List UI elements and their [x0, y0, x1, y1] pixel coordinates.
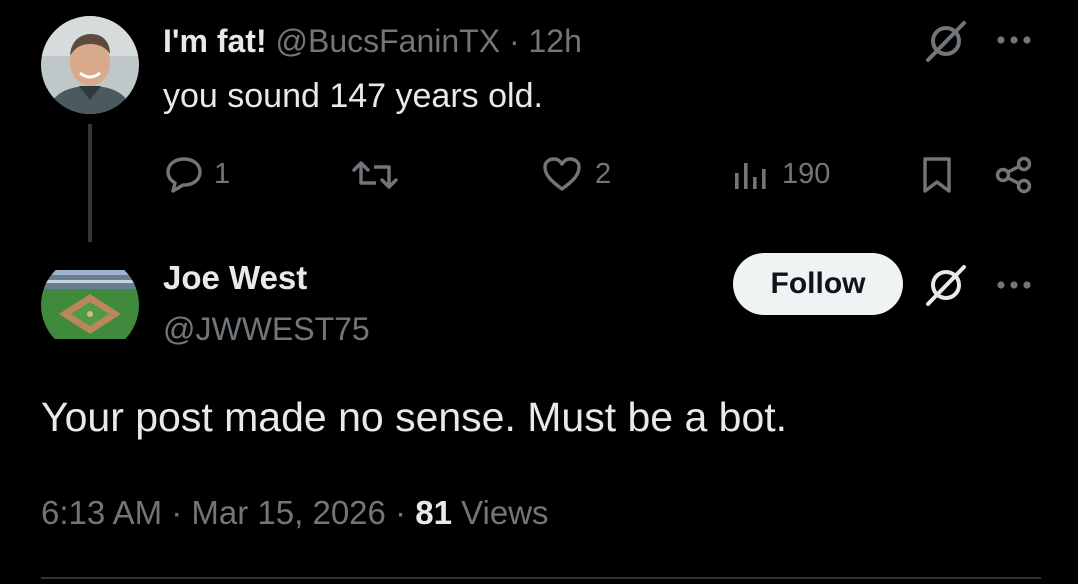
- like-action[interactable]: 2: [541, 155, 611, 193]
- post-date[interactable]: Mar 15, 2026: [191, 494, 385, 531]
- reply-text: you sound 147 years old.: [163, 77, 543, 115]
- post-meta: 6:13 AM · Mar 15, 2026 · 81 Views: [41, 493, 549, 533]
- more-options-icon[interactable]: [995, 34, 1033, 46]
- main-handle[interactable]: @JWWEST75: [163, 310, 370, 348]
- like-count: 2: [595, 157, 612, 190]
- main-post-text: Your post made no sense. Must be a bot.: [41, 394, 788, 440]
- reply-time[interactable]: 12h: [529, 23, 582, 59]
- heart-icon: [541, 155, 583, 193]
- person-avatar-icon: [41, 16, 139, 114]
- reply-header: I'm fat! @BucsFaninTX · 12h: [163, 22, 582, 60]
- post-views-label: Views: [461, 494, 549, 531]
- main-display-name[interactable]: Joe West: [163, 259, 307, 297]
- retweet-icon: [352, 157, 398, 193]
- retweet-action[interactable]: [352, 157, 398, 193]
- more-options-icon[interactable]: [995, 279, 1033, 291]
- views-action[interactable]: 190: [732, 155, 830, 193]
- reply-action[interactable]: 1: [164, 155, 230, 193]
- main-avatar[interactable]: [41, 256, 139, 354]
- reply-handle[interactable]: @BucsFaninTX: [276, 23, 501, 59]
- thread-line: [88, 124, 92, 242]
- comment-icon: [164, 155, 204, 193]
- analytics-icon: [732, 155, 770, 193]
- post-time[interactable]: 6:13 AM: [41, 494, 162, 531]
- views-count: 190: [782, 157, 831, 190]
- baseball-stadium-icon: [41, 256, 139, 354]
- reply-separator: ·: [508, 23, 520, 59]
- reply-avatar[interactable]: [41, 16, 139, 114]
- meta-separator: ·: [395, 494, 407, 531]
- bookmark-icon[interactable]: [920, 155, 954, 195]
- reply-count: 1: [214, 157, 231, 190]
- reply-display-name[interactable]: I'm fat!: [163, 23, 267, 59]
- follow-button[interactable]: Follow: [733, 253, 903, 315]
- post-views-count: 81: [415, 494, 452, 531]
- grok-icon[interactable]: [922, 264, 970, 306]
- divider: [41, 577, 1041, 579]
- share-icon[interactable]: [994, 155, 1034, 195]
- grok-icon[interactable]: [922, 20, 970, 62]
- meta-separator: ·: [171, 494, 183, 531]
